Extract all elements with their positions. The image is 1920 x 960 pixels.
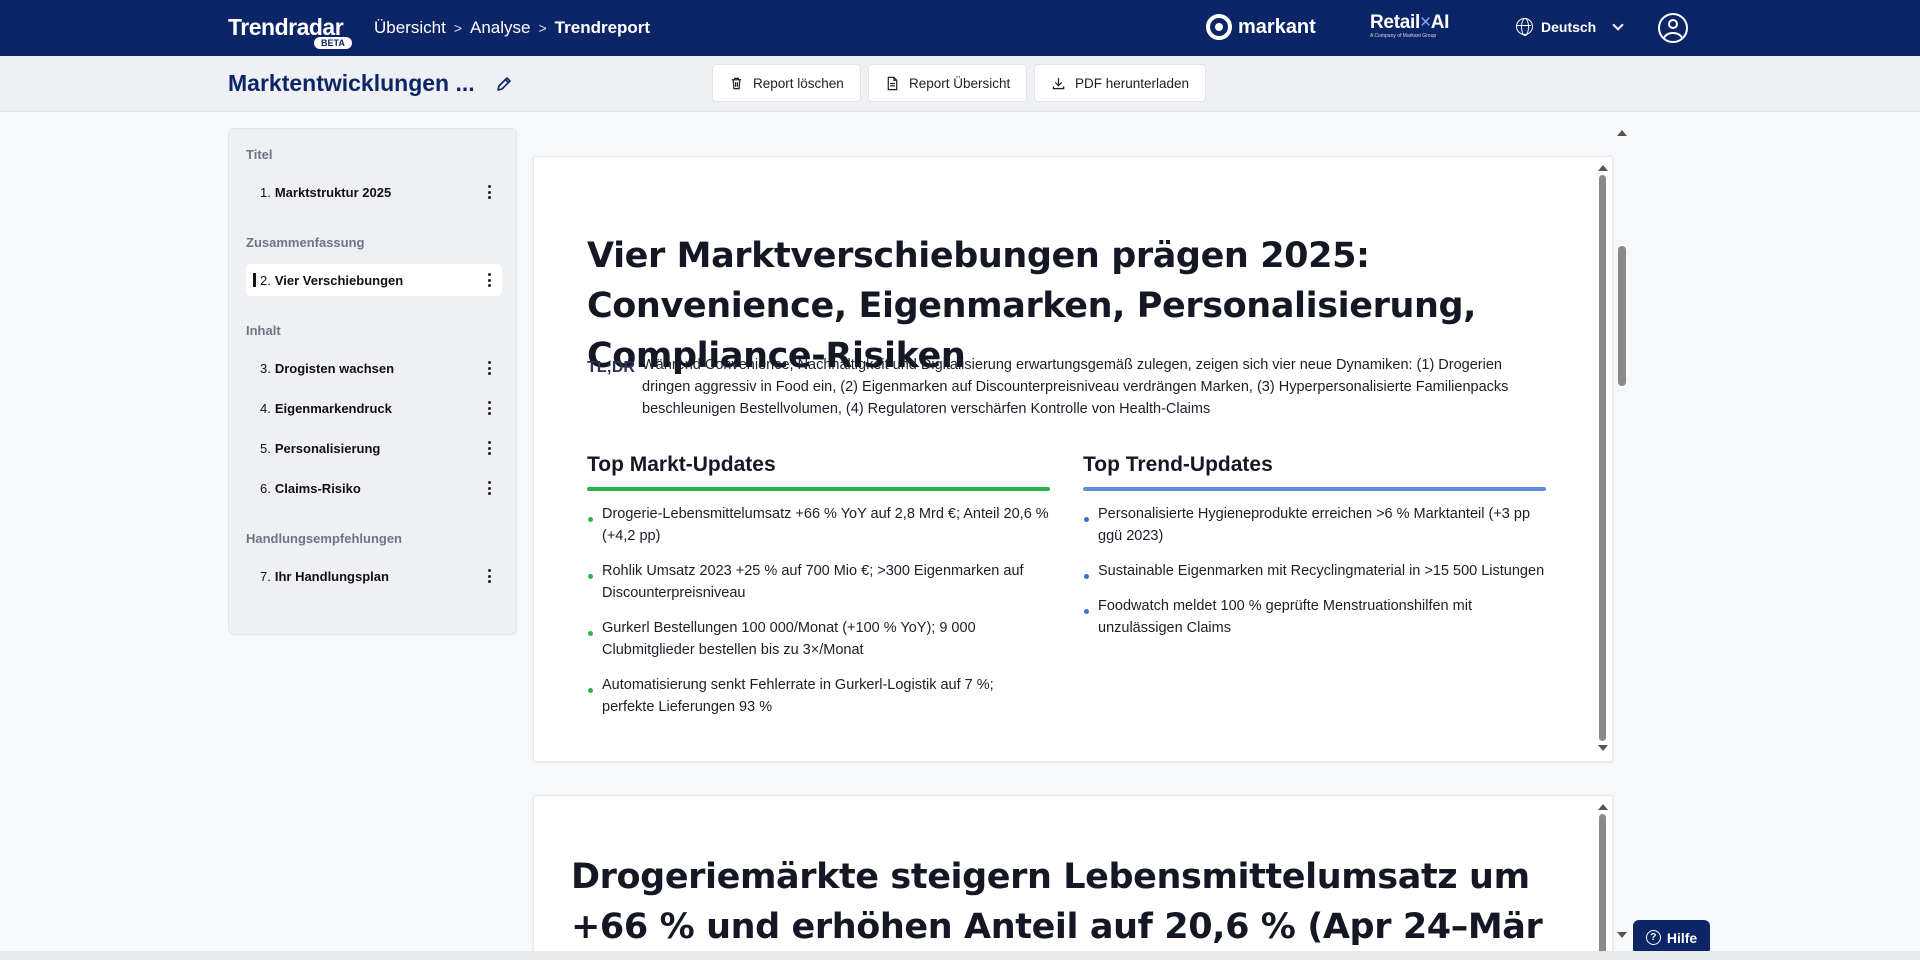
language-selector[interactable]: Deutsch — [1516, 18, 1624, 36]
sidebar-item-marktstruktur[interactable]: 1. Marktstruktur 2025 — [246, 176, 502, 208]
download-pdf-button[interactable]: PDF herunterladen — [1034, 64, 1207, 102]
market-updates-column: Top Markt-Updates Drogerie-Lebensmittelu… — [587, 453, 1050, 731]
slide-scrollbar[interactable] — [1598, 165, 1608, 751]
scroll-down-arrow-icon[interactable] — [1598, 745, 1608, 751]
market-updates-rule — [587, 487, 1050, 491]
sidebar-item-eigenmarken[interactable]: 4. Eigenmarkendruck — [246, 392, 502, 424]
question-icon: ? — [1645, 930, 1661, 945]
tldr-text: Während Convenience, Nachhaltigkeit und … — [642, 357, 1509, 417]
list-item: Personalisierte Hygieneprodukte erreiche… — [1083, 503, 1546, 547]
sidebar-item-personalisierung[interactable]: 5. Personalisierung — [246, 432, 502, 464]
section-label-content: Inhalt — [246, 323, 281, 338]
retail-ai-logo: Retail×AI A Company of Markant Group — [1370, 12, 1450, 39]
trend-updates-rule — [1083, 487, 1546, 491]
scrollbar-thumb[interactable] — [1599, 814, 1606, 960]
list-item: Gurkerl Bestellungen 100 000/Monat (+100… — [587, 617, 1050, 661]
globe-icon — [1516, 18, 1533, 36]
markant-logo-icon — [1206, 14, 1232, 40]
tldr-label: TL;DR — [587, 359, 635, 376]
trash-icon — [731, 77, 742, 89]
trend-updates-title: Top Trend-Updates — [1083, 453, 1273, 476]
report-outline-sidebar: Titel 1. Marktstruktur 2025 Zusammenfassu… — [228, 128, 517, 635]
sidebar-item-handlungsplan[interactable]: 7. Ihr Handlungsplan — [246, 560, 502, 592]
page-scrollbar[interactable] — [1616, 130, 1628, 940]
more-options-icon[interactable] — [488, 401, 492, 415]
more-options-icon[interactable] — [488, 569, 492, 583]
sidebar-item-vier-verschiebungen[interactable]: 2. Vier Verschiebungen — [246, 264, 502, 296]
sidebar-item-drogisten[interactable]: 3. Drogisten wachsen — [246, 352, 502, 384]
report-toolbar: Marktentwicklungen ... Report löschen Re… — [0, 56, 1920, 112]
list-item: Rohlik Umsatz 2023 +25 % auf 700 Mio €; … — [587, 560, 1050, 604]
more-options-icon[interactable] — [488, 441, 492, 455]
list-item: Foodwatch meldet 100 % geprüfte Menstrua… — [1083, 595, 1546, 639]
chevron-right-icon: > — [538, 20, 547, 36]
slide-scrollbar[interactable] — [1598, 804, 1608, 960]
section-label-summary: Zusammenfassung — [246, 235, 365, 250]
trend-updates-column: Top Trend-Updates Personalisierte Hygien… — [1083, 453, 1546, 652]
edit-pencil-icon[interactable] — [494, 74, 514, 94]
delete-report-button[interactable]: Report löschen — [712, 64, 861, 102]
chevron-down-icon — [1612, 18, 1624, 31]
markant-logo: markant — [1206, 14, 1316, 40]
bottom-strip — [0, 951, 1920, 960]
help-button[interactable]: ? Hilfe — [1633, 920, 1710, 955]
top-navigation-bar: Trendradar BETA Übersicht > Analyse > Tr… — [0, 0, 1920, 56]
scroll-up-arrow-icon[interactable] — [1598, 165, 1608, 171]
more-options-icon[interactable] — [488, 481, 492, 495]
chevron-right-icon: > — [453, 20, 462, 36]
page-scrollbar-thumb[interactable] — [1618, 246, 1626, 386]
scroll-up-arrow-icon[interactable] — [1598, 804, 1608, 810]
scroll-up-arrow-icon[interactable] — [1617, 130, 1627, 136]
section-label-recommendations: Handlungsempfehlungen — [246, 531, 402, 546]
report-overview-button[interactable]: Report Übersicht — [868, 64, 1028, 102]
document-icon — [887, 76, 898, 90]
scrollbar-thumb[interactable] — [1599, 175, 1606, 741]
report-title: Marktentwicklungen ... — [228, 70, 475, 96]
beta-badge: BETA — [314, 37, 352, 49]
section-label-title: Titel — [246, 147, 273, 162]
breadcrumb-current: Trendreport — [554, 18, 651, 37]
language-label: Deutsch — [1541, 18, 1597, 35]
breadcrumb: Übersicht > Analyse > Trendreport — [374, 18, 650, 38]
list-item: Drogerie-Lebensmittelumsatz +66 % YoY au… — [587, 503, 1050, 547]
page-scroll-down-arrow-icon[interactable] — [1617, 932, 1627, 938]
more-options-icon[interactable] — [488, 361, 492, 375]
market-updates-title: Top Markt-Updates — [587, 453, 776, 476]
slide-card-summary: Vier Marktverschiebungen prägen 2025: Co… — [533, 156, 1613, 762]
sidebar-item-claims-risiko[interactable]: 6. Claims-Risiko — [246, 472, 502, 504]
download-icon — [1052, 77, 1065, 89]
breadcrumb-analysis[interactable]: Analyse — [470, 18, 530, 38]
slide-headline: Drogeriemärkte steigern Lebensmittelumsa… — [571, 857, 1543, 960]
more-options-icon[interactable] — [488, 273, 492, 287]
breadcrumb-overview[interactable]: Übersicht — [374, 18, 446, 38]
slide-card-drogisten: Drogeriemärkte steigern Lebensmittelumsa… — [533, 795, 1613, 960]
list-item: Sustainable Eigenmarken mit Recyclingmat… — [1083, 560, 1546, 582]
user-account-icon[interactable] — [1658, 13, 1688, 43]
more-options-icon[interactable] — [488, 185, 492, 199]
list-item: Automatisierung senkt Fehlerrate in Gurk… — [587, 674, 1050, 718]
